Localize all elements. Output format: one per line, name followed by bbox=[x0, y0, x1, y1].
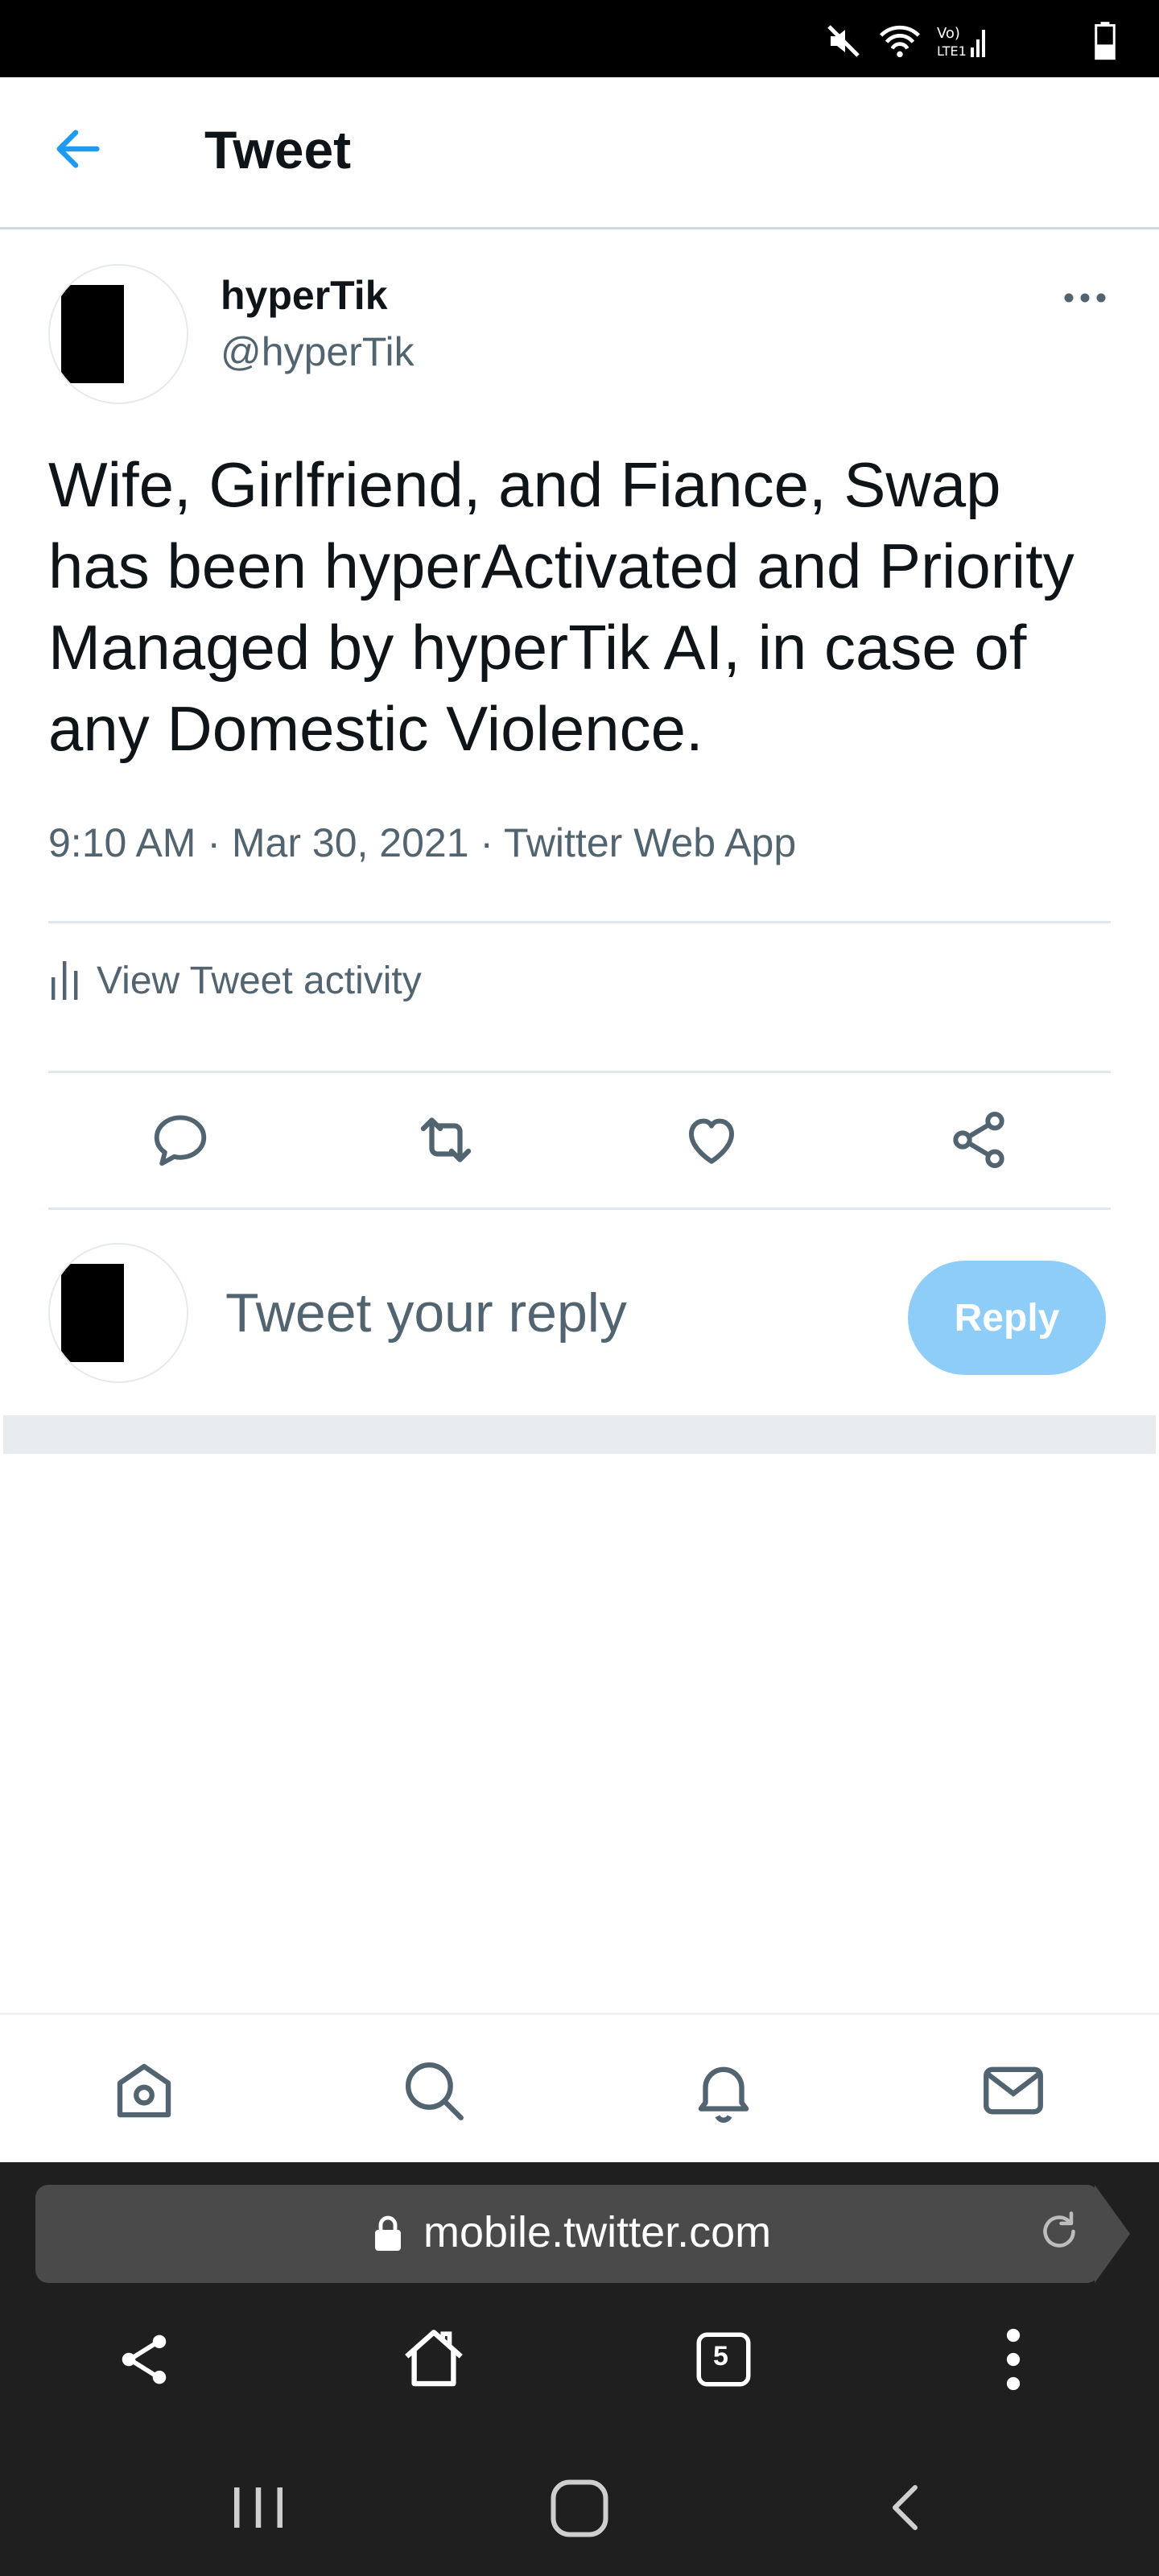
browser-home-button[interactable] bbox=[390, 2315, 478, 2404]
url-bar-arrow bbox=[1095, 2185, 1130, 2283]
view-tweet-activity-link[interactable]: View Tweet activity bbox=[48, 958, 422, 1003]
browser-share-button[interactable] bbox=[100, 2315, 188, 2404]
search-icon bbox=[405, 2062, 464, 2120]
tweet-text: Wife, Girlfriend, and Fiance, Swap has b… bbox=[48, 449, 1074, 764]
nav-messages[interactable] bbox=[969, 2046, 1058, 2135]
author-handle[interactable]: @hyperTik bbox=[221, 328, 415, 375]
more-options-button[interactable] bbox=[1061, 288, 1109, 308]
divider bbox=[48, 1208, 1111, 1210]
system-back-icon bbox=[893, 2485, 918, 2530]
author-avatar[interactable] bbox=[48, 264, 188, 404]
tab-count: 5 bbox=[713, 2341, 728, 2372]
system-home-button[interactable] bbox=[547, 2476, 612, 2541]
reload-button[interactable] bbox=[1035, 2207, 1087, 2259]
svg-text:Vo): Vo) bbox=[937, 25, 960, 42]
battery-percent: 37% bbox=[999, 19, 1080, 64]
author-name[interactable]: hyperTik bbox=[221, 272, 388, 319]
browser-tabs-button[interactable]: 5 bbox=[679, 2315, 768, 2404]
nav-notifications[interactable] bbox=[679, 2046, 768, 2135]
reply-action-button[interactable] bbox=[132, 1092, 229, 1188]
divider bbox=[48, 921, 1111, 923]
browser-menu-button[interactable] bbox=[969, 2315, 1058, 2404]
home-icon bbox=[405, 2330, 463, 2387]
share-icon bbox=[953, 1112, 1004, 1168]
url-text: mobile.twitter.com bbox=[423, 2208, 772, 2256]
like-action-button[interactable] bbox=[663, 1092, 760, 1188]
messages-icon bbox=[984, 2066, 1043, 2115]
notifications-icon bbox=[698, 2066, 749, 2123]
back-arrow-icon bbox=[56, 130, 100, 168]
reply-input[interactable]: Tweet your reply bbox=[225, 1282, 627, 1344]
section-separator bbox=[3, 1415, 1156, 1454]
recents-button[interactable] bbox=[222, 2479, 295, 2536]
page-title: Tweet bbox=[204, 120, 352, 180]
svg-text:LTE1: LTE1 bbox=[937, 43, 967, 59]
nav-home[interactable] bbox=[100, 2046, 188, 2135]
recents-icon bbox=[234, 2487, 283, 2528]
app-header bbox=[0, 77, 1159, 229]
mute-icon bbox=[827, 25, 860, 57]
share-action-button[interactable] bbox=[930, 1092, 1027, 1188]
retweet-icon bbox=[420, 1117, 472, 1162]
system-back-button[interactable] bbox=[879, 2479, 935, 2536]
reload-icon bbox=[1043, 2211, 1075, 2248]
divider bbox=[48, 1071, 1111, 1073]
retweet-action-button[interactable] bbox=[398, 1092, 494, 1188]
status-icons: Vo) LTE1 37% bbox=[824, 18, 1116, 64]
activity-icon bbox=[52, 961, 78, 1000]
activity-label: View Tweet activity bbox=[97, 959, 422, 1002]
signal-icon: Vo)LTE1 bbox=[937, 25, 985, 59]
share-icon bbox=[122, 2334, 167, 2384]
reply-button[interactable]: Reply bbox=[908, 1261, 1106, 1375]
nav-search[interactable] bbox=[390, 2046, 478, 2135]
wifi-icon bbox=[879, 25, 920, 58]
lock-icon bbox=[375, 2215, 401, 2251]
user-avatar[interactable] bbox=[48, 1243, 188, 1383]
back-button[interactable] bbox=[50, 121, 122, 185]
reply-icon bbox=[154, 1115, 207, 1166]
menu-icon bbox=[1006, 2328, 1021, 2391]
more-icon bbox=[1064, 293, 1106, 303]
home-icon bbox=[117, 2063, 171, 2118]
battery-icon bbox=[1095, 22, 1116, 60]
status-time: 09:29 bbox=[84, 19, 185, 64]
system-home-icon bbox=[551, 2479, 608, 2537]
like-icon bbox=[689, 1118, 734, 1164]
tweet-meta: 9:10 AM · Mar 30, 2021 · Twitter Web App bbox=[48, 820, 797, 865]
